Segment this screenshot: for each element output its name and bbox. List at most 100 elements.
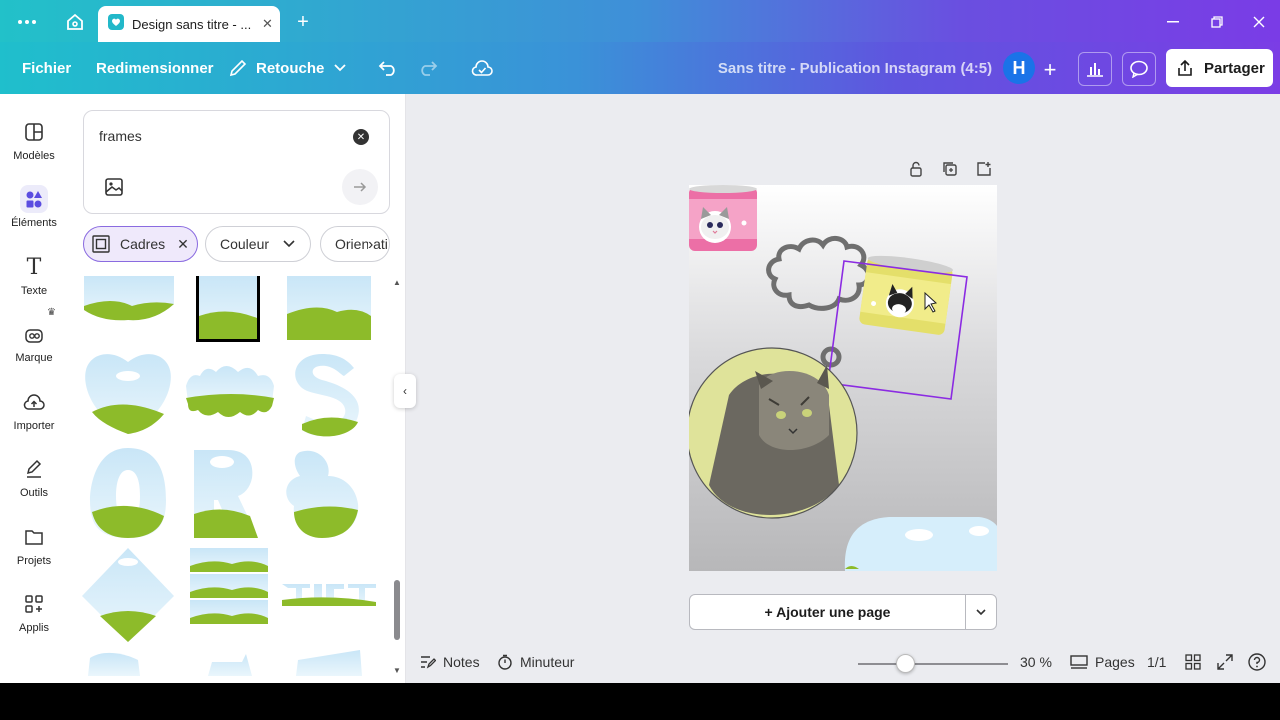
status-bar: Notes Minuteur 30 % Pages 1/1 xyxy=(406,640,1280,683)
frame-item[interactable] xyxy=(194,450,258,538)
filter-chip-couleur[interactable]: Couleur xyxy=(205,226,311,262)
notes-button[interactable]: Notes xyxy=(420,652,480,672)
frame-item[interactable] xyxy=(296,650,362,676)
scroll-up-icon[interactable]: ▲ xyxy=(393,278,401,287)
zoom-slider-thumb[interactable] xyxy=(896,654,915,673)
grid-view-icon[interactable] xyxy=(1185,652,1201,672)
canva-icon xyxy=(108,13,124,35)
filter-chip-cadres[interactable]: Cadres ✕ xyxy=(83,226,198,262)
rail-item-outils[interactable]: Outils xyxy=(0,451,68,511)
share-button[interactable]: Partager xyxy=(1166,49,1273,87)
zoom-slider[interactable] xyxy=(858,663,1008,665)
close-icon[interactable]: ✕ xyxy=(177,236,189,253)
rail-item-applis[interactable]: Applis xyxy=(0,586,68,646)
cloud-frame[interactable] xyxy=(844,517,997,571)
elements-icon xyxy=(20,185,48,213)
collapse-panel-button[interactable]: ‹ xyxy=(394,374,416,408)
scroll-down-icon[interactable]: ▼ xyxy=(393,666,401,675)
rail-item-importer[interactable]: Importer xyxy=(0,384,68,444)
rail-label: Applis xyxy=(19,622,49,634)
frame-item[interactable] xyxy=(90,448,166,538)
frame-item[interactable] xyxy=(295,354,359,437)
retouche-button[interactable]: Retouche xyxy=(228,42,346,94)
plus-icon[interactable]: + xyxy=(292,8,314,36)
frame-item[interactable] xyxy=(286,450,359,538)
more-icon[interactable] xyxy=(14,8,40,36)
rail-item-projets[interactable]: Projets xyxy=(0,519,68,579)
restore-icon[interactable] xyxy=(1206,8,1228,36)
thought-bubble[interactable] xyxy=(766,236,871,368)
duplicate-icon[interactable] xyxy=(939,158,961,180)
frame-item[interactable] xyxy=(84,276,174,321)
tab-title: Design sans titre - ... xyxy=(132,16,252,32)
frame-item[interactable] xyxy=(88,652,140,676)
frames-grid xyxy=(82,276,376,676)
apps-icon xyxy=(20,590,48,618)
avatar[interactable]: H xyxy=(1003,52,1035,84)
arrow-right-icon[interactable] xyxy=(342,169,378,205)
frames-results xyxy=(82,276,382,676)
lock-icon[interactable] xyxy=(905,158,927,180)
image-search-icon[interactable] xyxy=(104,177,124,197)
rail-label: Outils xyxy=(19,487,49,499)
rail-label: Importer xyxy=(13,420,55,432)
pages-button[interactable]: Pages xyxy=(1070,652,1135,672)
rail-item-marque[interactable]: Marque xyxy=(0,316,68,376)
pages-icon xyxy=(1070,655,1088,669)
canvas-area: + Ajouter une page xyxy=(406,94,1280,640)
pages-label: Pages xyxy=(1095,654,1135,670)
frame-item[interactable] xyxy=(190,548,268,624)
minimize-icon[interactable] xyxy=(1162,8,1184,36)
rail-item-modeles[interactable]: Modèles xyxy=(0,114,68,174)
upload-icon xyxy=(20,388,48,416)
chevron-down-icon[interactable] xyxy=(965,594,997,630)
add-page-icon[interactable] xyxy=(973,158,995,180)
rail-label: Marque xyxy=(15,352,53,364)
rail-item-texte[interactable]: T Texte xyxy=(0,249,68,309)
zoom-level[interactable]: 30 % xyxy=(1020,652,1052,672)
timer-button[interactable]: Minuteur xyxy=(497,652,574,672)
fullscreen-icon[interactable] xyxy=(1217,652,1233,672)
clear-search-icon[interactable]: ✕ xyxy=(353,129,369,145)
selected-element[interactable] xyxy=(827,252,968,400)
frame-item[interactable] xyxy=(82,548,174,642)
rail-label: Projets xyxy=(16,555,52,567)
undo-icon[interactable] xyxy=(374,54,402,82)
share-icon xyxy=(1176,59,1194,77)
projects-icon xyxy=(20,523,48,551)
design-page[interactable] xyxy=(689,185,997,571)
comment-icon[interactable] xyxy=(1122,52,1156,86)
search-input[interactable]: frames xyxy=(99,128,142,144)
redo-icon[interactable] xyxy=(414,54,442,82)
filter-chip-orientation[interactable]: Orientati xyxy=(320,226,390,262)
tools-icon xyxy=(20,455,48,483)
window-close-icon[interactable] xyxy=(1248,8,1270,36)
add-collaborator-icon[interactable]: + xyxy=(1040,56,1060,84)
cloud-saved-icon[interactable] xyxy=(468,54,496,82)
frame-item[interactable] xyxy=(208,654,252,676)
document-title[interactable]: Sans titre - Publication Instagram (4:5) xyxy=(690,42,1020,94)
frame-item[interactable] xyxy=(196,276,260,342)
frame-item[interactable] xyxy=(282,584,376,606)
file-menu[interactable]: Fichier xyxy=(22,42,71,94)
chevron-right-icon[interactable]: › xyxy=(368,236,374,254)
elements-panel: frames ✕ Cadres ✕ Couleur Orientati › ▲ … xyxy=(68,94,406,683)
frame-item[interactable] xyxy=(85,354,171,434)
chevron-left-icon: ‹ xyxy=(403,384,407,398)
help-icon[interactable] xyxy=(1248,652,1266,672)
chip-label: Orientati xyxy=(335,236,388,252)
frame-item[interactable] xyxy=(186,366,274,417)
resize-button[interactable]: Redimensionner xyxy=(96,42,214,94)
cat-food-can-pink[interactable] xyxy=(689,185,757,251)
scrollbar[interactable] xyxy=(394,580,400,640)
tab-design[interactable]: Design sans titre - ... ✕ xyxy=(98,6,280,42)
close-icon[interactable]: ✕ xyxy=(262,16,273,32)
cat-photo-circle[interactable] xyxy=(689,347,858,519)
rail-item-elements[interactable]: Éléments xyxy=(0,181,68,241)
analytics-icon[interactable] xyxy=(1078,52,1112,86)
frame-item[interactable] xyxy=(287,276,371,340)
search-box: frames ✕ xyxy=(83,110,390,214)
brand-icon xyxy=(20,320,48,348)
add-page-button[interactable]: + Ajouter une page xyxy=(689,594,966,630)
home-icon[interactable] xyxy=(62,8,88,36)
